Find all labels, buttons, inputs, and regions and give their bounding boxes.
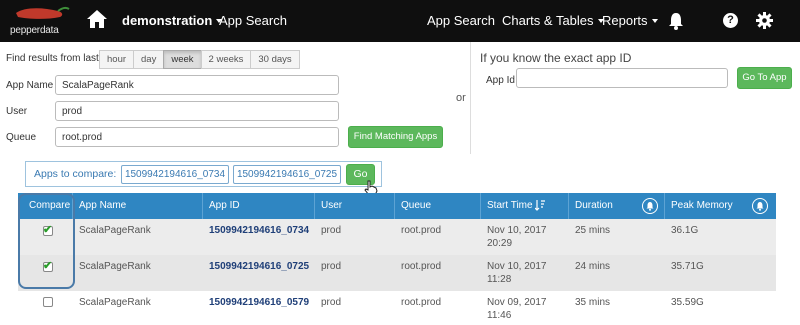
queue-label: Queue [6,132,37,143]
app-name-label: App Name [6,80,54,91]
range-day-button[interactable]: day [133,50,165,69]
app-name-input[interactable] [55,75,339,95]
cell-user: prod [321,261,342,272]
chevron-down-icon [651,19,658,23]
gear-icon[interactable] [756,12,773,29]
bell-circle-icon[interactable] [752,198,768,214]
column-separator [314,193,315,219]
app-id-input[interactable] [516,68,728,88]
compare-app-id[interactable]: 1509942194616_0725 [233,165,341,184]
column-separator [394,193,395,219]
cell-duration: 35 mins [575,297,611,308]
cell-start-date: Nov 09, 2017 [487,297,547,308]
cell-queue: root.prod [401,225,442,236]
help-icon[interactable]: ? [723,13,738,28]
column-separator [568,193,569,219]
home-icon[interactable] [86,9,108,29]
time-range-group: hour day week 2 weeks 30 days [99,50,300,69]
pepper-logo-icon [16,6,70,19]
user-label: User [6,106,28,117]
nav-reports-label: Reports [602,13,648,28]
col-user[interactable]: User [321,200,342,211]
cell-user: prod [321,297,342,308]
compare-column-highlight [18,193,75,289]
cell-peak-memory: 35.59G [671,297,704,308]
or-separator: or [456,92,466,104]
col-peak-memory[interactable]: Peak Memory [671,200,733,211]
divider [470,42,471,154]
exact-id-heading: If you know the exact app ID [480,51,632,65]
user-input[interactable] [55,101,339,121]
range-week-button[interactable]: week [163,50,202,69]
col-app-id[interactable]: App ID [209,200,240,211]
cell-duration: 24 mins [575,261,611,272]
cell-start-time: 20:29 [487,238,513,249]
cell-app-name: ScalaPageRank [79,225,151,236]
logo-text: pepperdata [10,25,59,36]
cell-app-id-link[interactable]: 1509942194616_0579 [209,297,309,308]
compare-label: Apps to compare: [34,168,117,180]
cell-peak-memory: 36.1G [671,225,699,236]
cell-app-id-link[interactable]: 1509942194616_0734 [209,225,309,236]
range-hour-button[interactable]: hour [99,50,135,69]
nav-reports[interactable]: Reports [602,13,658,28]
nav-app-search[interactable]: App Search [427,13,495,28]
nav-charts-tables-label: Charts & Tables [502,13,594,28]
cell-app-name: ScalaPageRank [79,297,151,308]
cell-start-time: 11:46 [487,310,512,321]
time-range-label: Find results from last: [6,53,102,64]
column-separator [480,193,481,219]
find-matching-apps-button[interactable]: Find Matching Apps [348,126,443,148]
app-id-label: App Id [486,75,515,86]
cell-start-date: Nov 10, 2017 [487,225,547,236]
bell-icon[interactable] [668,12,684,30]
top-navbar: pepperdata demonstration App Search App … [0,0,800,42]
cell-queue: root.prod [401,297,442,308]
table-header [18,193,776,219]
cell-app-name: ScalaPageRank [79,261,151,272]
range-2-weeks-button[interactable]: 2 weeks [200,50,252,69]
range-30-days-button[interactable]: 30 days [250,50,300,69]
col-queue[interactable]: Queue [401,200,431,211]
project-label: demonstration [122,13,213,28]
page-title: App Search [219,13,287,28]
cell-duration: 25 mins [575,225,611,236]
cell-user: prod [321,225,342,236]
col-app-name[interactable]: App Name [79,200,126,211]
cell-queue: root.prod [401,261,442,272]
column-separator [664,193,665,219]
compare-checkbox[interactable] [43,297,53,307]
sort-icon[interactable] [535,199,545,211]
bell-circle-icon[interactable] [642,198,658,214]
compare-app-id[interactable]: 1509942194616_0734 [121,165,229,184]
cell-app-id-link[interactable]: 1509942194616_0725 [209,261,309,272]
cell-peak-memory: 35.71G [671,261,704,272]
project-dropdown[interactable]: demonstration [122,13,223,28]
column-separator [202,193,203,219]
nav-charts-tables[interactable]: Charts & Tables [502,13,604,28]
queue-input[interactable] [55,127,339,147]
logo[interactable]: pepperdata [6,5,72,37]
col-duration[interactable]: Duration [575,200,613,211]
bell-icon [756,202,764,211]
cell-start-date: Nov 10, 2017 [487,261,547,272]
cell-start-time: 11:28 [487,274,512,285]
col-start-time[interactable]: Start Time [487,200,533,211]
bell-icon [646,202,654,211]
go-to-app-button[interactable]: Go To App [737,67,792,89]
